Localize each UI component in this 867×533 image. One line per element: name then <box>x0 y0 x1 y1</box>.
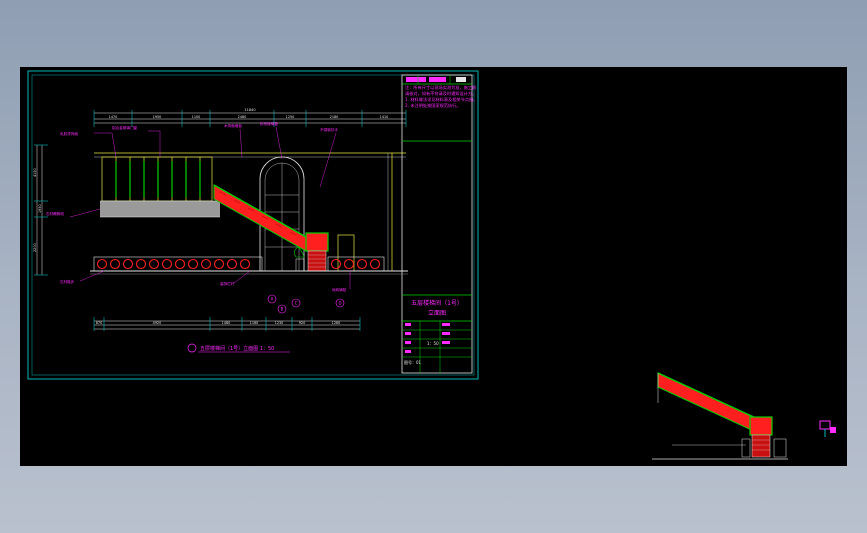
staircase <box>213 184 329 272</box>
callout-railing: 装饰栏杆 <box>220 281 235 286</box>
top-dimension-chain <box>93 110 407 127</box>
dim-bottom-4: 1160 <box>250 321 259 325</box>
stair-detail-fragment <box>652 372 788 460</box>
dim-left-1: 4150 <box>33 168 37 177</box>
window-mullions <box>115 161 201 197</box>
dim-left-3: 2200 <box>33 243 37 252</box>
detail-marker-a: A <box>271 297 274 302</box>
dim-bottom-1: 870 <box>96 321 102 325</box>
callout-skirting: 石材踢脚线 <box>46 211 64 216</box>
dim-bottom-2: 4920 <box>153 321 162 325</box>
detail-marker-d: D <box>338 301 341 306</box>
glass-partition <box>101 156 213 202</box>
dim-bottom-3: 1480 <box>222 321 231 325</box>
drawing-caption: 五层楼梯间（1号）立面图 1：50 <box>187 343 290 353</box>
sheet-number: 图号：01 <box>404 359 422 365</box>
detail-marker-b: B <box>281 307 284 312</box>
callout-ceiling: 乳胶漆饰面 <box>60 131 78 136</box>
detail-marker-c: C <box>295 301 298 306</box>
top-total-dimension: 11840 <box>244 108 256 112</box>
elevation-drawing: 注：所有尺寸以现场实测为准，施工前 请核对，如有不符请及时通知设计方。 1. 材… <box>27 70 836 460</box>
drawing-caption-text: 五层楼梯间（1号）立面图 1：50 <box>200 345 274 352</box>
dim-bottom-5: 1230 <box>275 321 284 325</box>
callout-arch-window: 拱形玻璃窗 <box>260 121 278 126</box>
dim-top-4: 2480 <box>238 115 247 119</box>
dim-top-7: 1410 <box>380 115 389 119</box>
dim-top-3: 1100 <box>192 115 201 119</box>
dim-top-5: 1250 <box>286 115 295 119</box>
top-dimension-labels: 1470 1950 1100 2480 1250 2180 1410 <box>109 115 389 119</box>
sheet-title: 立面图 <box>428 309 446 317</box>
dim-bottom-7: 1260 <box>332 321 341 325</box>
dim-top-6: 2180 <box>330 115 339 119</box>
note-line-2: 请核对，如有不符请及时通知设计方。 <box>405 90 476 97</box>
note-line-3: 1. 材料做法详见材料表及相关节点图。 <box>405 96 477 103</box>
landing-slab <box>100 200 220 218</box>
callout-handrail: 不锈钢扶手 <box>320 127 338 132</box>
left-dimension-labels: 4150 1950 2200 <box>33 168 42 252</box>
callout-window: 铝合金玻璃门窗 <box>112 125 138 130</box>
note-line-4: 2. 未注明处按国家规范执行。 <box>405 102 461 109</box>
note-line-1: 注：所有尺寸以现场实测为准，施工前 <box>405 84 476 91</box>
right-wall-elements <box>337 153 393 272</box>
ucs-axis-icon <box>819 420 836 437</box>
project-title: 五层楼梯间（1号） <box>411 299 463 307</box>
callout-panel: 木饰面墙板 <box>224 123 242 128</box>
cad-model-viewport[interactable]: 注：所有尺寸以现场实测为准，施工前 请核对，如有不符请及时通知设计方。 1. 材… <box>20 67 847 466</box>
dim-top-1: 1470 <box>109 115 118 119</box>
detail-markers: A B C D <box>267 294 345 314</box>
base-panels <box>90 256 408 275</box>
callout-floor-tile: 地砖铺贴 <box>332 287 347 292</box>
dim-left-2: 1950 <box>38 204 42 213</box>
callout-stone-step: 石材踏步 <box>60 279 75 284</box>
scale-value: 1：50 <box>427 341 439 346</box>
dim-top-2: 1950 <box>153 115 162 119</box>
dim-bottom-6: 920 <box>299 321 305 325</box>
bottom-dimension-labels: 870 4920 1480 1160 1230 920 1260 <box>96 321 341 325</box>
title-block: 注：所有尺寸以现场实测为准，施工前 请核对，如有不符请及时通知设计方。 1. 材… <box>401 74 477 374</box>
ceiling-line <box>94 152 406 158</box>
